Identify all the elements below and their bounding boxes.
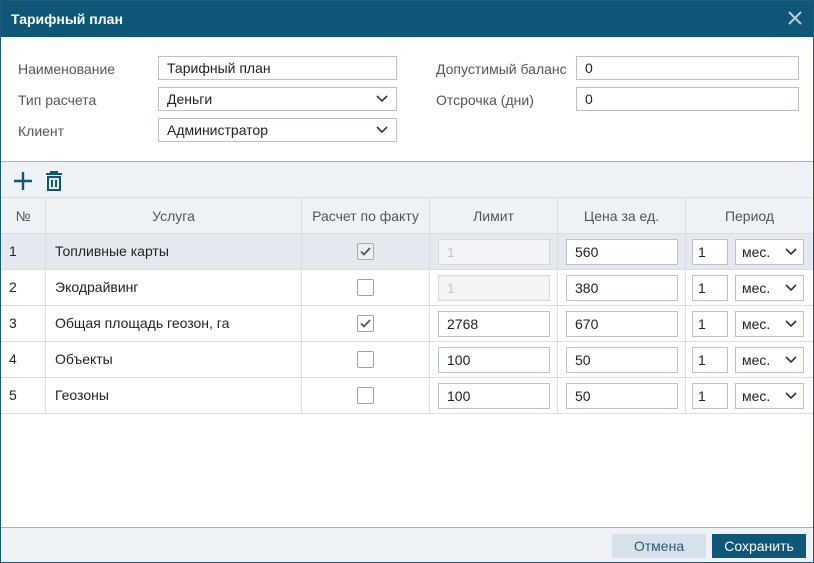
period-count-input[interactable] [692, 383, 728, 409]
chevron-down-icon [376, 126, 388, 134]
delay-label: Отсрочка (дни) [436, 92, 534, 108]
row-num: 5 [9, 387, 17, 403]
period-unit-value: мес. [742, 244, 771, 260]
grid-toolbar [1, 161, 813, 197]
header-price: Цена за ед. [558, 198, 686, 233]
limit-input[interactable] [438, 311, 550, 337]
check-icon [360, 247, 371, 256]
by-fact-checkbox[interactable] [357, 387, 374, 404]
period-unit-value: мес. [742, 352, 771, 368]
header-limit: Лимит [430, 198, 558, 233]
period-unit-select[interactable]: мес. [735, 347, 804, 373]
table-row[interactable]: 2 Экодрайвинг мес. [1, 270, 813, 306]
price-input[interactable] [566, 275, 678, 301]
period-unit-value: мес. [742, 388, 771, 404]
price-input[interactable] [566, 383, 678, 409]
balance-label: Допустимый баланс [436, 61, 567, 77]
table-row[interactable]: 3 Общая площадь геозон, га мес. [1, 306, 813, 342]
calc-type-label: Тип расчета [18, 92, 97, 108]
client-label: Клиент [18, 123, 65, 139]
limit-input[interactable] [438, 275, 550, 301]
period-unit-select[interactable]: мес. [735, 311, 804, 337]
row-num: 2 [9, 279, 17, 295]
row-service: Объекты [55, 351, 113, 367]
chevron-down-icon [785, 248, 797, 256]
period-count-input[interactable] [692, 347, 728, 373]
header-num: № [1, 198, 46, 233]
chevron-down-icon [785, 320, 797, 328]
save-button[interactable]: Сохранить [712, 534, 806, 558]
period-count-input[interactable] [692, 275, 728, 301]
price-input[interactable] [566, 239, 678, 265]
delay-input[interactable] [576, 87, 799, 111]
close-icon[interactable] [786, 9, 804, 27]
period-unit-select[interactable]: мес. [735, 275, 804, 301]
table-row[interactable]: 4 Объекты мес. [1, 342, 813, 378]
period-count-input[interactable] [692, 239, 728, 265]
calc-type-select[interactable]: Деньги [158, 87, 397, 111]
row-service: Геозоны [55, 387, 109, 403]
name-label: Наименование [18, 61, 116, 77]
plan-form: Наименование Тип расчета Деньги Клиент А… [1, 37, 813, 161]
chevron-down-icon [785, 356, 797, 364]
period-count-input[interactable] [692, 311, 728, 337]
trash-icon[interactable] [43, 170, 65, 192]
by-fact-checkbox[interactable] [357, 279, 374, 296]
limit-input[interactable] [438, 239, 550, 265]
header-by-fact: Расчет по факту [302, 198, 430, 233]
period-unit-select[interactable]: мес. [735, 383, 804, 409]
check-icon [360, 319, 371, 328]
row-service: Экодрайвинг [55, 279, 139, 295]
header-period: Период [724, 208, 775, 224]
dialog-titlebar: Тарифный план [1, 1, 813, 37]
row-num: 1 [9, 243, 17, 259]
by-fact-checkbox[interactable] [357, 351, 374, 368]
name-input[interactable] [158, 56, 397, 80]
price-input[interactable] [566, 311, 678, 337]
balance-input[interactable] [576, 56, 799, 80]
price-input[interactable] [566, 347, 678, 373]
header-service: Услуга [46, 198, 302, 233]
chevron-down-icon [785, 284, 797, 292]
chevron-down-icon [376, 95, 388, 103]
period-unit-value: мес. [742, 316, 771, 332]
by-fact-checkbox[interactable] [357, 315, 374, 332]
dialog-title: Тарифный план [11, 11, 123, 27]
by-fact-checkbox[interactable] [357, 243, 374, 260]
plus-icon[interactable] [12, 170, 34, 192]
period-unit-select[interactable]: мес. [735, 239, 804, 265]
chevron-down-icon [785, 392, 797, 400]
calc-type-value: Деньги [167, 91, 213, 107]
row-num: 3 [9, 315, 17, 331]
row-service: Топливные карты [55, 243, 169, 259]
dialog-footer: Отмена Сохранить [1, 527, 813, 562]
row-service: Общая площадь геозон, га [55, 315, 230, 331]
table-row[interactable]: 5 Геозоны мес. [1, 378, 813, 414]
client-value: Администратор [167, 122, 269, 138]
client-select[interactable]: Администратор [158, 118, 397, 142]
period-unit-value: мес. [742, 280, 771, 296]
limit-input[interactable] [438, 383, 550, 409]
table-header: № Услуга Расчет по факту Лимит Цена за е… [1, 197, 813, 234]
table-row[interactable]: 1 Топливные карты мес. [1, 234, 813, 270]
cancel-button[interactable]: Отмена [612, 534, 706, 558]
row-num: 4 [9, 351, 17, 367]
limit-input[interactable] [438, 347, 550, 373]
tariff-plan-dialog: Тарифный план Наименование Тип расчета Д… [0, 0, 814, 563]
